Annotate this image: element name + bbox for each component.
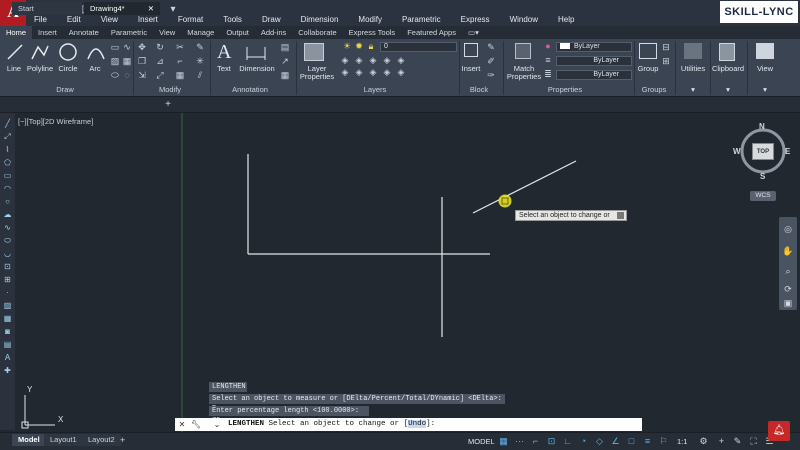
command-history-line: Enter percentage length <100.0000>: 75 bbox=[209, 406, 369, 425]
status-bar: Model Layout1 Layout2 + MODEL ▦ ⋯ ⌐ ⊡ ∟ … bbox=[0, 421, 800, 450]
layout-tab-model[interactable]: Model bbox=[12, 434, 46, 446]
pan-icon[interactable]: ✋ bbox=[782, 245, 794, 257]
command-prompt-text: Select an object to change or [ bbox=[268, 420, 409, 428]
recent-commands-icon[interactable]: ⌄ bbox=[210, 419, 224, 430]
layout-tab-layout1[interactable]: Layout1 bbox=[44, 434, 83, 446]
lineweight-icon[interactable]: ≡ bbox=[642, 436, 653, 447]
command-prompt[interactable]: LENGTHEN Select an object to change or [… bbox=[228, 419, 435, 430]
showmotion-icon[interactable]: ▣ bbox=[782, 297, 794, 309]
command-history-line: Select an object to measure or [DElta/Pe… bbox=[209, 394, 505, 413]
command-history-line: LENGTHEN bbox=[209, 382, 247, 392]
tooltip-text: Select an object to change or bbox=[519, 212, 610, 219]
wcs-menu[interactable]: WCS bbox=[750, 191, 776, 201]
annotation-scale-dropdown[interactable]: 1:1 bbox=[677, 437, 687, 446]
fullscreen-icon[interactable]: ⛶ bbox=[748, 436, 759, 447]
dynamic-input-icon[interactable]: ⊡ bbox=[546, 436, 557, 447]
ortho-icon[interactable]: ∟ bbox=[562, 436, 573, 447]
infer-constraints-icon[interactable]: ⌐ bbox=[530, 436, 541, 447]
tooltip-options-icon[interactable] bbox=[617, 212, 624, 219]
close-icon[interactable]: ✕ bbox=[176, 419, 188, 430]
snap-icon[interactable]: ⋯ bbox=[514, 436, 525, 447]
viewcube-top-face[interactable]: TOP bbox=[752, 143, 774, 160]
orbit-icon[interactable]: ⟳ bbox=[782, 283, 794, 295]
drawing-canvas[interactable] bbox=[0, 0, 800, 450]
command-tooltip: Select an object to change or bbox=[515, 210, 627, 221]
object-snap-icon[interactable]: □ bbox=[626, 436, 637, 447]
polar-tracking-icon[interactable]: ◔ bbox=[578, 436, 589, 447]
ucs-x-label: X bbox=[58, 415, 64, 424]
command-prompt-end: ]: bbox=[426, 420, 436, 428]
compass-south[interactable]: S bbox=[760, 172, 765, 181]
grid-icon[interactable]: ▦ bbox=[498, 436, 509, 447]
notification-bell-icon[interactable]: 🔔︎ bbox=[768, 421, 790, 441]
annotation-monitor-icon[interactable]: + bbox=[716, 436, 727, 447]
isodraft-icon[interactable]: ◇ bbox=[594, 436, 605, 447]
object-snap-tracking-icon[interactable]: ∠ bbox=[610, 436, 621, 447]
wrench-icon[interactable]: 🔧︎ bbox=[190, 419, 202, 430]
annotation-visibility-icon[interactable]: ⚐ bbox=[658, 436, 669, 447]
command-name: LENGTHEN bbox=[228, 420, 265, 428]
lengthen-target-line bbox=[472, 160, 577, 214]
compass-east[interactable]: E bbox=[785, 147, 790, 156]
navigation-bar: ◎ ✋ ⌕ ⟳ ▣ bbox=[779, 217, 797, 310]
model-space-button[interactable]: MODEL bbox=[468, 437, 495, 446]
zoom-icon[interactable]: ⌕ bbox=[782, 265, 794, 277]
cursor-highlight bbox=[498, 194, 512, 208]
new-layout-icon[interactable]: + bbox=[120, 435, 130, 445]
ucs-y-label: Y bbox=[27, 385, 33, 394]
steering-wheel-icon[interactable]: ◎ bbox=[782, 223, 794, 235]
layout-tab-layout2[interactable]: Layout2 bbox=[82, 434, 121, 446]
compass-west[interactable]: W bbox=[733, 147, 741, 156]
command-option-undo[interactable]: Undo bbox=[408, 420, 427, 428]
isolate-objects-icon[interactable]: ✎ bbox=[732, 436, 743, 447]
workspace-gear-icon[interactable]: ⚙ bbox=[698, 436, 709, 447]
compass-north[interactable]: N bbox=[759, 122, 765, 131]
